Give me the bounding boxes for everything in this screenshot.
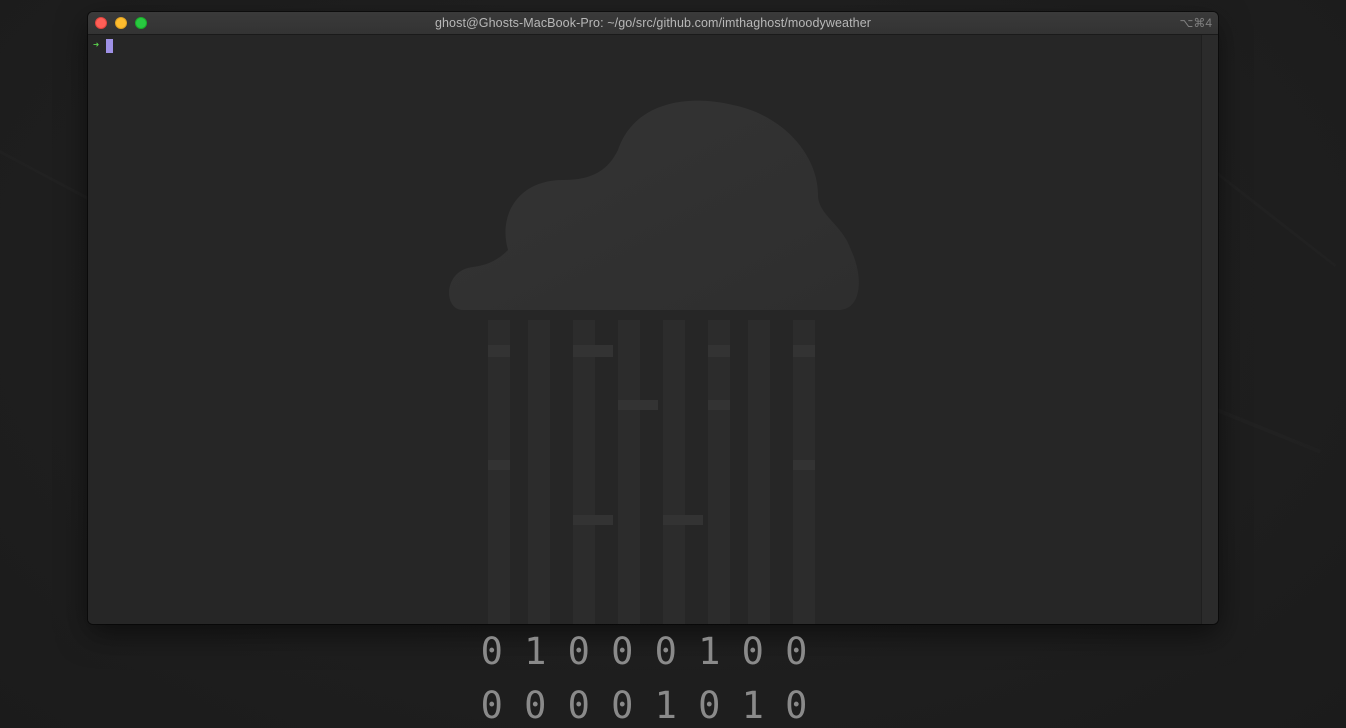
terminal-window[interactable]: ghost@Ghosts-MacBook-Pro: ~/go/src/githu… [88,12,1218,624]
binary-digit: 0 [524,684,547,727]
binary-digit: 0 [785,630,808,673]
binary-digit: 0 [567,630,590,673]
cloud-shape [449,100,859,310]
binary-row-2: 00001010 [470,684,818,727]
window-title: ghost@Ghosts-MacBook-Pro: ~/go/src/githu… [434,16,872,30]
scrollbar[interactable] [1201,35,1218,624]
binary-digit: 1 [741,684,764,727]
prompt-line[interactable]: ➜ [93,38,113,53]
binary-digit: 0 [480,684,503,727]
text-cursor [106,38,113,53]
cloud-illustration [449,100,859,624]
binary-digit: 0 [567,684,590,727]
title-bar[interactable]: ghost@Ghosts-MacBook-Pro: ~/go/src/githu… [88,12,1218,35]
rain-columns [488,320,815,624]
binary-digit: 1 [698,630,721,673]
binary-digit: 0 [480,630,503,673]
binary-digit: 0 [654,630,677,673]
binary-digit: 0 [698,684,721,727]
binary-digit: 0 [611,684,634,727]
tab-shortcut: ⌥⌘4 [1179,16,1212,30]
binary-digit: 1 [524,630,547,673]
desktop: ghost@Ghosts-MacBook-Pro: ~/go/src/githu… [0,0,1346,728]
prompt-arrow-icon: ➜ [93,40,100,51]
binary-digit: 0 [741,630,764,673]
binary-digit: 0 [785,684,808,727]
binary-digit: 0 [611,630,634,673]
terminal-content[interactable]: ➜ [88,35,1202,624]
binary-digit: 1 [654,684,677,727]
binary-row-1: 01000100 [470,630,818,673]
